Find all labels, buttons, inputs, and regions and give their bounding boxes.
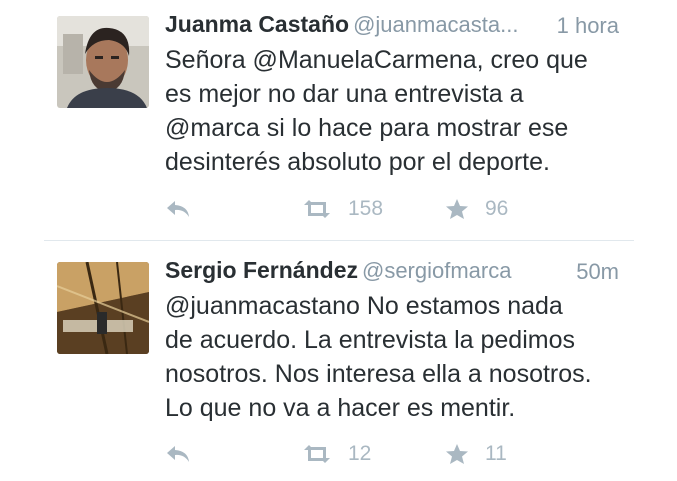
- user-name[interactable]: Sergio Fernández: [165, 257, 358, 283]
- retweet-count: 158: [348, 197, 384, 220]
- user-name[interactable]: Juanma Castaño: [165, 11, 349, 37]
- retweet-icon: [302, 444, 332, 464]
- retweet-count: 12: [348, 442, 372, 465]
- favorite-button[interactable]: 11: [445, 439, 507, 469]
- reply-icon: [165, 444, 191, 464]
- favorite-button[interactable]: 96: [445, 194, 508, 224]
- reply-icon: [165, 199, 191, 219]
- avatar[interactable]: [57, 16, 149, 108]
- star-icon: [445, 198, 469, 220]
- tweet-text: Señora @ManuelaCarmena, creo que es mejo…: [165, 46, 588, 176]
- avatar[interactable]: [57, 262, 149, 354]
- star-icon: [445, 443, 469, 465]
- timestamp[interactable]: 1 hora: [557, 13, 619, 39]
- tweet-text: @juanmacastano No estamos nada de acuerd…: [165, 292, 592, 422]
- reply-button[interactable]: [165, 439, 191, 469]
- tweet-header: Sergio Fernández @sergiofmarca 50m: [165, 257, 619, 291]
- tweet[interactable]: Juanma Castaño @juanmacasta... 1 hora Señ…: [0, 0, 677, 240]
- user-handle[interactable]: @sergiofmarca: [362, 258, 512, 283]
- tweet-actions: 12 11: [165, 439, 585, 469]
- tweet-actions: 158 96: [165, 194, 585, 224]
- user-handle[interactable]: @juanmacasta...: [353, 12, 518, 37]
- tweet-header: Juanma Castaño @juanmacasta... 1 hora: [165, 11, 619, 45]
- retweet-icon: [302, 199, 332, 219]
- favorite-count: 96: [485, 197, 509, 220]
- favorite-count: 11: [485, 442, 507, 465]
- retweet-button[interactable]: 12: [302, 439, 371, 469]
- timestamp[interactable]: 50m: [576, 259, 619, 285]
- tweet[interactable]: Sergio Fernández @sergiofmarca 50m @juanm…: [0, 241, 677, 481]
- reply-button[interactable]: [165, 194, 191, 224]
- retweet-button[interactable]: 158: [302, 194, 383, 224]
